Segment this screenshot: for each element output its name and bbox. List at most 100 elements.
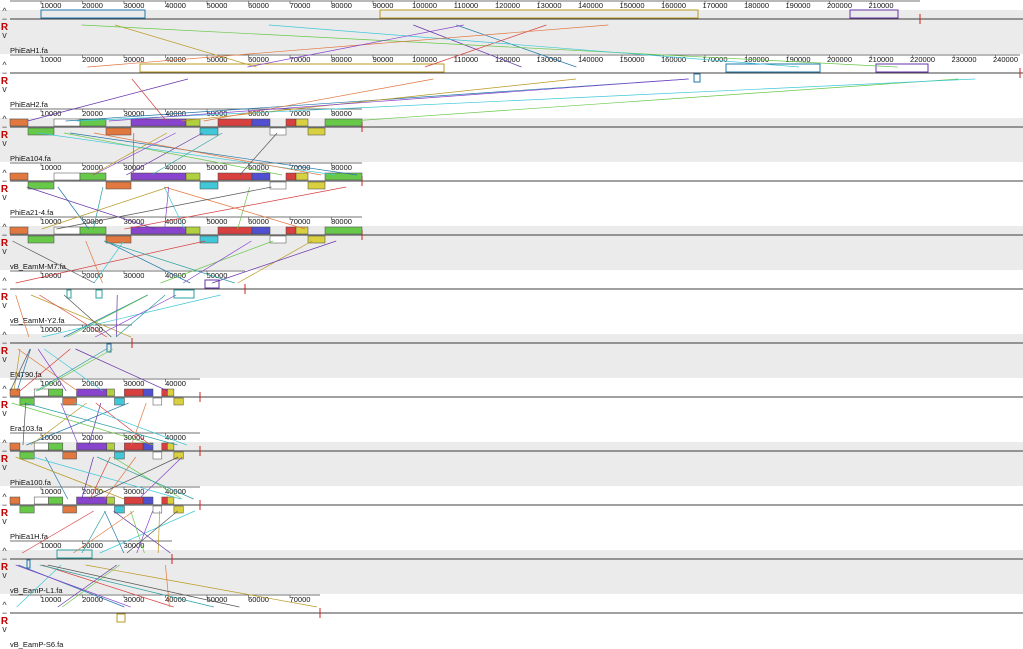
ruler-tick-label: 10000 bbox=[41, 1, 62, 10]
lcb-block[interactable] bbox=[66, 289, 72, 299]
lcb-block[interactable] bbox=[199, 181, 219, 190]
lcb-block[interactable] bbox=[76, 388, 108, 397]
lcb-block[interactable] bbox=[185, 226, 201, 235]
alignment-canvas[interactable]: 10000 20000 30000 40000 50000 60000 70000 80000… bbox=[0, 0, 1023, 647]
lcb-connector bbox=[76, 78, 976, 122]
lcb-block[interactable] bbox=[27, 127, 55, 136]
lcb-block[interactable] bbox=[124, 388, 144, 397]
lcb-block[interactable] bbox=[285, 172, 297, 181]
lcb-block[interactable] bbox=[251, 118, 271, 127]
lcb-block[interactable] bbox=[849, 9, 899, 19]
lcb-block[interactable] bbox=[105, 235, 132, 244]
lcb-block[interactable] bbox=[324, 118, 363, 127]
ruler-tick-label: 60000 bbox=[248, 217, 269, 226]
lcb-block[interactable] bbox=[875, 63, 929, 73]
lcb-block[interactable] bbox=[161, 496, 168, 505]
lcb-block[interactable] bbox=[285, 118, 297, 127]
lcb-block[interactable] bbox=[173, 397, 184, 406]
lcb-block[interactable] bbox=[307, 181, 326, 190]
lcb-block[interactable] bbox=[19, 451, 35, 460]
lcb-block[interactable] bbox=[161, 442, 168, 451]
lcb-block[interactable] bbox=[56, 549, 93, 559]
lcb-connector bbox=[115, 294, 166, 338]
lcb-connector bbox=[212, 240, 337, 284]
lcb-block[interactable] bbox=[76, 442, 108, 451]
lcb-block[interactable] bbox=[48, 442, 64, 451]
lcb-block[interactable] bbox=[217, 172, 253, 181]
lcb-block[interactable] bbox=[9, 496, 21, 505]
lcb-block[interactable] bbox=[53, 226, 81, 235]
lcb-block[interactable] bbox=[152, 397, 163, 406]
lcb-block[interactable] bbox=[114, 397, 125, 406]
alignment-viewer[interactable]: ^ − Rv PhiEaH1.fa ^ − Rv PhiEaH2.fa ^ − Rv PhiEa104… bbox=[0, 0, 1023, 649]
ruler-tick-label: 50000 bbox=[207, 1, 228, 10]
lcb-block[interactable] bbox=[173, 505, 184, 514]
lcb-block[interactable] bbox=[142, 388, 154, 397]
lcb-block[interactable] bbox=[26, 559, 31, 569]
lcb-block[interactable] bbox=[269, 127, 287, 136]
lcb-block[interactable] bbox=[130, 118, 187, 127]
lcb-block[interactable] bbox=[251, 226, 271, 235]
lcb-block[interactable] bbox=[9, 442, 21, 451]
lcb-block[interactable] bbox=[9, 172, 29, 181]
lcb-block[interactable] bbox=[173, 289, 195, 299]
lcb-block[interactable] bbox=[106, 388, 115, 397]
lcb-block[interactable] bbox=[105, 181, 132, 190]
lcb-block[interactable] bbox=[285, 226, 297, 235]
lcb-block[interactable] bbox=[9, 118, 29, 127]
lcb-block[interactable] bbox=[167, 496, 175, 505]
lcb-block[interactable] bbox=[114, 451, 125, 460]
lcb-block[interactable] bbox=[167, 388, 175, 397]
lcb-block[interactable] bbox=[48, 388, 64, 397]
lcb-block[interactable] bbox=[269, 181, 287, 190]
lcb-block[interactable] bbox=[152, 505, 163, 514]
lcb-block[interactable] bbox=[106, 442, 115, 451]
lcb-block[interactable] bbox=[48, 496, 64, 505]
lcb-block[interactable] bbox=[251, 172, 271, 181]
lcb-block[interactable] bbox=[130, 226, 187, 235]
lcb-block[interactable] bbox=[152, 451, 163, 460]
lcb-block[interactable] bbox=[9, 388, 21, 397]
lcb-block[interactable] bbox=[27, 235, 55, 244]
lcb-block[interactable] bbox=[19, 505, 35, 514]
lcb-block[interactable] bbox=[693, 73, 701, 83]
lcb-block[interactable] bbox=[173, 451, 184, 460]
ruler-tick-label: 80000 bbox=[331, 109, 352, 118]
lcb-block[interactable] bbox=[95, 289, 103, 299]
lcb-block[interactable] bbox=[217, 118, 253, 127]
lcb-block[interactable] bbox=[295, 118, 309, 127]
lcb-block[interactable] bbox=[62, 397, 77, 406]
lcb-block[interactable] bbox=[124, 442, 144, 451]
lcb-block[interactable] bbox=[40, 9, 146, 19]
lcb-block[interactable] bbox=[199, 235, 219, 244]
lcb-block[interactable] bbox=[27, 181, 55, 190]
lcb-block[interactable] bbox=[295, 172, 309, 181]
lcb-block[interactable] bbox=[116, 613, 126, 623]
lcb-block[interactable] bbox=[53, 172, 81, 181]
lcb-block[interactable] bbox=[33, 388, 49, 397]
lcb-block[interactable] bbox=[79, 226, 107, 235]
lcb-block[interactable] bbox=[185, 172, 201, 181]
lcb-block[interactable] bbox=[114, 505, 125, 514]
lcb-block[interactable] bbox=[217, 226, 253, 235]
lcb-block[interactable] bbox=[9, 226, 29, 235]
lcb-block[interactable] bbox=[269, 235, 287, 244]
lcb-block[interactable] bbox=[105, 127, 132, 136]
lcb-block[interactable] bbox=[62, 505, 77, 514]
ruler-tick-label: 70000 bbox=[290, 1, 311, 10]
lcb-block[interactable] bbox=[379, 9, 699, 19]
lcb-block[interactable] bbox=[139, 63, 445, 73]
lcb-block[interactable] bbox=[124, 496, 144, 505]
ruler-tick-label: 40000 bbox=[165, 379, 186, 388]
lcb-block[interactable] bbox=[33, 442, 49, 451]
lcb-connector bbox=[351, 78, 959, 122]
lcb-block[interactable] bbox=[62, 451, 77, 460]
lcb-block[interactable] bbox=[33, 496, 49, 505]
ruler-tick-label: 150000 bbox=[619, 55, 644, 64]
lcb-block[interactable] bbox=[324, 226, 363, 235]
lcb-block[interactable] bbox=[307, 127, 326, 136]
lcb-block[interactable] bbox=[199, 127, 219, 136]
lcb-block[interactable] bbox=[130, 172, 187, 181]
lcb-block[interactable] bbox=[142, 496, 154, 505]
lcb-block[interactable] bbox=[106, 496, 115, 505]
